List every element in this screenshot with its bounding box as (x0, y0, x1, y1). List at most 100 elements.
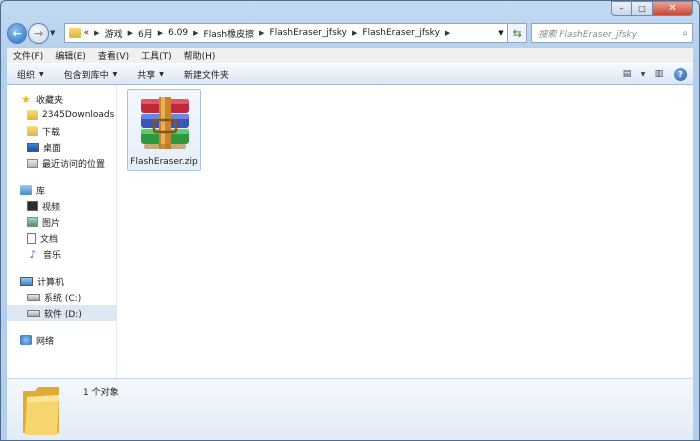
content-area: ★ 收藏夹 2345Downloads 下载 桌面 最近访问的位置 库 视频 图… (7, 85, 693, 378)
chevron-right-icon[interactable]: ▶ (128, 29, 133, 37)
file-item[interactable]: FlashEraser.zip (127, 89, 201, 171)
share-label: 共享 (137, 70, 156, 81)
sidebar-item-music[interactable]: ♪ 音乐 (7, 246, 116, 262)
chevron-right-icon[interactable]: ▶ (352, 29, 357, 37)
organize-label: 组织 (17, 70, 36, 81)
recent-places-icon (27, 158, 38, 168)
recent-pages-dropdown[interactable]: ▼ (50, 29, 60, 37)
search-icon[interactable]: ⌕ (682, 28, 688, 39)
breadcrumb: « ▶ 游戏 ▶ 6月 ▶ 6.09 ▶ Flash橡皮擦 ▶ FlashEra… (84, 27, 456, 40)
organize-button[interactable]: 组织 ▼ (7, 68, 54, 81)
folder-icon (68, 28, 81, 38)
sidebar-item-videos[interactable]: 视频 (7, 198, 116, 214)
menu-view[interactable]: 查看(V) (92, 49, 135, 62)
sidebar-item-label: 软件 (D:) (44, 309, 82, 320)
library-icon (20, 185, 32, 195)
chevron-down-icon: ▼ (49, 29, 56, 37)
explorer-window: – □ ✕ ← → ▼ « ▶ 游戏 ▶ 6月 ▶ 6.09 ▶ Flash橡皮… (0, 0, 700, 441)
chevron-right-icon[interactable]: ▶ (445, 29, 450, 37)
sidebar-item-pictures[interactable]: 图片 (7, 214, 116, 230)
breadcrumb-overflow[interactable]: « (84, 28, 90, 38)
sidebar-item-network[interactable]: 网络 (7, 332, 116, 348)
network-group: 网络 (7, 332, 116, 348)
menu-tools[interactable]: 工具(T) (135, 49, 178, 62)
breadcrumb-item[interactable]: FlashEraser_jfsky (270, 28, 348, 38)
chevron-right-icon[interactable]: ▶ (259, 29, 264, 37)
search-input[interactable]: 搜索 FlashEraser_jfsky (538, 27, 637, 40)
breadcrumb-item[interactable]: 游戏 (105, 27, 123, 40)
menu-bar: 文件(F) 编辑(E) 查看(V) 工具(T) 帮助(H) (7, 48, 693, 63)
maximize-button[interactable]: □ (632, 1, 653, 16)
drive-icon (27, 293, 40, 301)
sidebar-item-label: 桌面 (43, 143, 62, 154)
details-pane: 1 个对象 (7, 378, 693, 440)
sidebar-item-label: 网络 (36, 336, 55, 347)
music-icon: ♪ (29, 247, 37, 261)
sidebar-item-label: 图片 (42, 218, 61, 229)
preview-pane-icon: ▥ (654, 69, 664, 79)
close-button[interactable]: ✕ (653, 1, 693, 16)
help-button[interactable]: ? (674, 67, 687, 81)
search-box[interactable]: 搜索 FlashEraser_jfsky ⌕ (531, 23, 693, 43)
chevron-down-icon: ▼ (159, 70, 164, 78)
sidebar-item-recent-places[interactable]: 最近访问的位置 (7, 155, 116, 171)
address-bar[interactable]: « ▶ 游戏 ▶ 6月 ▶ 6.09 ▶ Flash橡皮擦 ▶ FlashEra… (63, 23, 508, 43)
sidebar-item-label: 库 (36, 186, 46, 197)
sidebar-item-documents[interactable]: 文档 (7, 230, 116, 246)
back-button[interactable]: ← (7, 22, 28, 44)
refresh-icon: ⇆ (512, 26, 522, 40)
view-options-button[interactable]: ▤ (616, 66, 638, 82)
menu-help[interactable]: 帮助(H) (178, 49, 222, 62)
preview-pane-button[interactable]: ▥ (648, 66, 670, 82)
winrar-archive-icon (141, 97, 189, 149)
breadcrumb-item[interactable]: 6月 (138, 27, 153, 40)
navigation-pane[interactable]: ★ 收藏夹 2345Downloads 下载 桌面 最近访问的位置 库 视频 图… (7, 85, 117, 378)
favorites-group: ★ 收藏夹 2345Downloads 下载 桌面 最近访问的位置 (7, 91, 116, 171)
sidebar-item-label: 文档 (40, 234, 59, 245)
forward-button[interactable]: → (28, 22, 49, 44)
share-button[interactable]: 共享 ▼ (127, 68, 174, 81)
address-dropdown[interactable]: ▼ (495, 29, 507, 37)
chevron-right-icon[interactable]: ▶ (193, 29, 198, 37)
breadcrumb-item[interactable]: Flash橡皮擦 (204, 27, 255, 40)
item-count: 1 个对象 (83, 388, 119, 398)
view-dropdown[interactable]: ▼ (638, 66, 648, 82)
libraries-group: 库 视频 图片 文档 ♪ 音乐 (7, 182, 116, 262)
video-icon (27, 201, 38, 211)
sidebar-item-label: 收藏夹 (36, 95, 64, 106)
folder-icon (27, 110, 38, 120)
breadcrumb-item[interactable]: 6.09 (168, 28, 188, 38)
sidebar-item-desktop[interactable]: 桌面 (7, 139, 116, 155)
include-in-library-button[interactable]: 包含到库中 ▼ (54, 68, 128, 81)
file-name: FlashEraser.zip (130, 157, 198, 167)
sidebar-item-drive-c[interactable]: 系统 (C:) (7, 289, 116, 305)
include-library-label: 包含到库中 (63, 70, 109, 81)
arrow-left-icon: ← (12, 26, 22, 40)
sidebar-item-label: 最近访问的位置 (42, 159, 106, 170)
sidebar-item-2345downloads[interactable]: 2345Downloads (7, 107, 116, 123)
chevron-down-icon: ▼ (640, 70, 646, 78)
chevron-right-icon[interactable]: ▶ (158, 29, 163, 37)
folder-icon (23, 387, 59, 435)
chevron-down-icon: ▼ (112, 70, 118, 78)
chevron-down-icon: ▼ (39, 70, 44, 78)
new-folder-button[interactable]: 新建文件夹 (174, 68, 239, 81)
menu-edit[interactable]: 编辑(E) (49, 49, 92, 62)
chevron-right-icon[interactable]: ▶ (94, 29, 99, 37)
minimize-button[interactable]: – (611, 1, 632, 16)
navigation-bar: ← → ▼ « ▶ 游戏 ▶ 6月 ▶ 6.09 ▶ Flash橡皮擦 ▶ Fl… (7, 21, 693, 45)
sidebar-item-downloads[interactable]: 下载 (7, 123, 116, 139)
sidebar-item-drive-d[interactable]: 软件 (D:) (7, 305, 116, 321)
sidebar-item-label: 视频 (42, 202, 61, 213)
file-list[interactable]: FlashEraser.zip (117, 85, 693, 378)
arrow-right-icon: → (34, 26, 44, 40)
sidebar-item-libraries[interactable]: 库 (7, 182, 116, 198)
refresh-button[interactable]: ⇆ (507, 23, 528, 43)
picture-icon (27, 217, 38, 227)
breadcrumb-item[interactable]: FlashEraser_jfsky (362, 28, 440, 38)
document-icon (27, 232, 36, 244)
sidebar-item-computer[interactable]: 计算机 (7, 273, 116, 289)
sidebar-item-favorites[interactable]: ★ 收藏夹 (7, 91, 116, 107)
menu-file[interactable]: 文件(F) (7, 49, 49, 62)
caption-buttons: – □ ✕ (611, 1, 693, 16)
